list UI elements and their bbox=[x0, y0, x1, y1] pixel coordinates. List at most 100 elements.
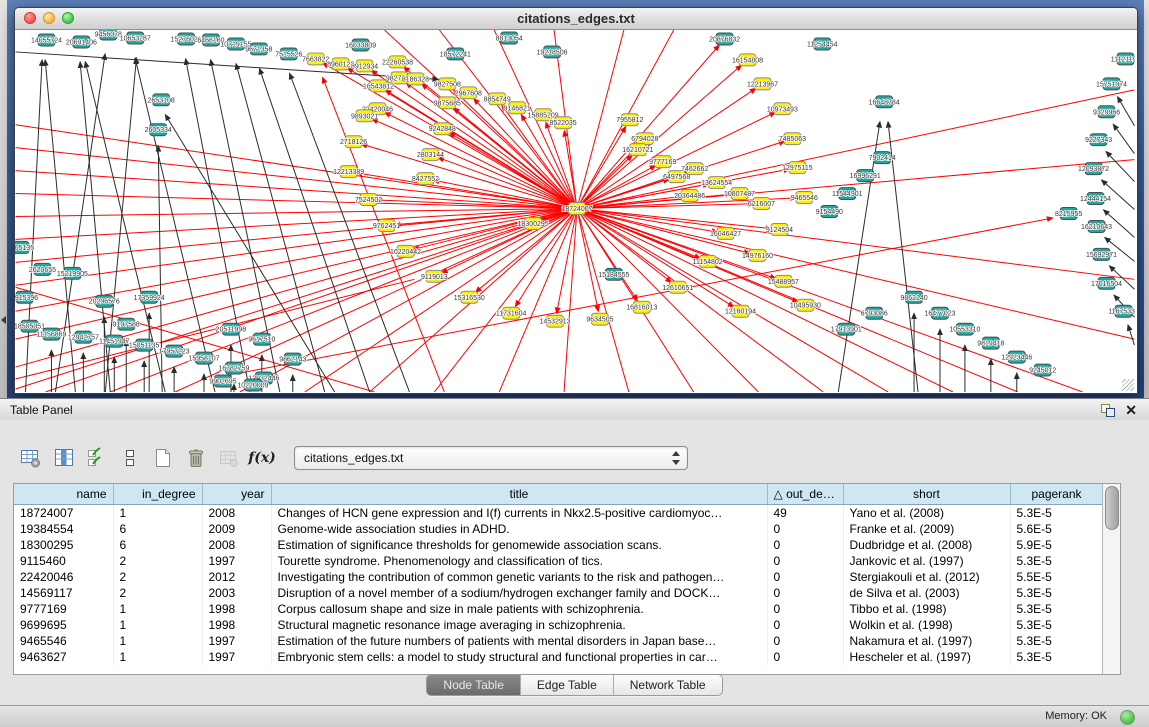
graph-node[interactable]: 11121191 bbox=[1111, 53, 1135, 65]
table-cell[interactable]: 2009 bbox=[202, 521, 271, 537]
column-header-year[interactable]: year bbox=[202, 484, 271, 505]
float-panel-icon[interactable] bbox=[1101, 404, 1115, 417]
graph-node[interactable]: 15692971 bbox=[1086, 248, 1117, 260]
tab-node-table[interactable]: Node Table bbox=[427, 675, 520, 695]
table-cell[interactable]: 0 bbox=[767, 649, 843, 665]
graph-node[interactable]: 12923446 bbox=[1001, 351, 1032, 363]
table-cell[interactable]: 0 bbox=[767, 585, 843, 601]
network-canvas[interactable]: 7663822896012889129342226053898275051654… bbox=[15, 30, 1135, 392]
tab-edge-table[interactable]: Edge Table bbox=[520, 675, 613, 695]
graph-node[interactable]: 16210643 bbox=[1081, 220, 1112, 232]
graph-node[interactable]: 2718126 bbox=[340, 136, 367, 148]
graph-node[interactable]: 12160194 bbox=[725, 305, 756, 317]
table-cell[interactable]: 1 bbox=[113, 633, 202, 649]
table-cell[interactable]: 9777169 bbox=[14, 601, 113, 617]
table-cell[interactable]: 9115460 bbox=[14, 553, 113, 569]
graph-node[interactable]: 16477023 bbox=[924, 307, 955, 319]
table-cell[interactable]: 2 bbox=[113, 585, 202, 601]
graph-node[interactable]: 8854749 bbox=[484, 93, 511, 105]
graph-node[interactable]: 9819418 bbox=[977, 337, 1004, 349]
table-cell[interactable]: 2003 bbox=[202, 585, 271, 601]
graph-node[interactable]: 15751074 bbox=[1096, 78, 1127, 90]
table-cell[interactable]: 1 bbox=[113, 617, 202, 633]
graph-node[interactable]: 16648784 bbox=[869, 96, 900, 108]
table-cell[interactable]: 9699695 bbox=[14, 617, 113, 633]
graph-node[interactable]: 16033809 bbox=[345, 39, 376, 51]
table-cell[interactable]: 18300295 bbox=[14, 537, 113, 553]
table-cell[interactable]: 49 bbox=[767, 505, 843, 522]
table-row[interactable]: 911546021997Tourette syndrome. Phenomeno… bbox=[14, 553, 1103, 569]
graph-node[interactable]: 8813054 bbox=[496, 32, 523, 44]
table-cell[interactable]: 0 bbox=[767, 521, 843, 537]
function-builder-icon[interactable]: f(x) bbox=[247, 444, 277, 472]
table-cell[interactable]: 1 bbox=[113, 505, 202, 522]
graph-node[interactable]: 17957223 bbox=[159, 345, 190, 357]
graph-node[interactable]: 15184555 bbox=[598, 268, 629, 280]
graph-node[interactable]: 11254454 bbox=[807, 38, 838, 50]
table-cell[interactable]: Wolkin et al. (1998) bbox=[843, 617, 1010, 633]
graph-node[interactable]: 18505051 bbox=[15, 320, 45, 332]
table-cell[interactable]: 2012 bbox=[202, 569, 271, 585]
select-columns-icon[interactable] bbox=[82, 444, 112, 472]
table-cell[interactable]: 5.3E-5 bbox=[1010, 617, 1103, 633]
table-cell[interactable]: 0 bbox=[767, 633, 843, 649]
table-row[interactable]: 946554611997Estimation of the future num… bbox=[14, 633, 1103, 649]
close-button[interactable] bbox=[24, 12, 36, 24]
panel-collapse-handle[interactable] bbox=[1, 316, 6, 324]
table-cell[interactable]: Changes of HCN gene expression and I(f) … bbox=[271, 505, 767, 522]
column-header-in_degree[interactable]: in_degree bbox=[113, 484, 202, 505]
graph-node[interactable]: 7485063 bbox=[779, 133, 806, 145]
table-cell[interactable]: 5.6E-5 bbox=[1010, 521, 1103, 537]
column-header-out_de[interactable]: △ out_de… bbox=[767, 484, 843, 505]
graph-node[interactable]: 8215955 bbox=[1055, 208, 1082, 220]
graph-node[interactable]: 19218506 bbox=[537, 46, 568, 58]
table-cell[interactable]: Estimation of the future numbers of pati… bbox=[271, 633, 767, 649]
graph-node[interactable]: 9617510 bbox=[248, 333, 275, 345]
graph-node[interactable]: 9862140 bbox=[900, 291, 927, 303]
table-cell[interactable]: 1 bbox=[113, 601, 202, 617]
table-cell[interactable]: Nakamura et al. (1997) bbox=[843, 633, 1010, 649]
table-row[interactable]: 969969511998Structural magnetic resonanc… bbox=[14, 617, 1103, 633]
graph-node[interactable]: 11451947 bbox=[99, 335, 130, 347]
table-cell[interactable]: de Silva et al. (2003) bbox=[843, 585, 1010, 601]
table-cell[interactable]: Disruption of a novel member of a sodium… bbox=[271, 585, 767, 601]
vertical-scrollbar[interactable] bbox=[1102, 484, 1120, 674]
graph-node[interactable]: 16996291 bbox=[850, 170, 881, 182]
graph-node[interactable]: 20876832 bbox=[709, 33, 740, 45]
table-cell[interactable]: 1998 bbox=[202, 617, 271, 633]
resize-grip[interactable] bbox=[1122, 379, 1134, 391]
graph-node[interactable]: 16816013 bbox=[626, 301, 657, 313]
graph-node[interactable]: 11675338 bbox=[1108, 305, 1135, 317]
table-cell[interactable]: 6 bbox=[113, 537, 202, 553]
table-cell[interactable]: 5.3E-5 bbox=[1010, 505, 1103, 522]
table-cell[interactable]: 14569117 bbox=[14, 585, 113, 601]
table-cell[interactable]: 0 bbox=[767, 617, 843, 633]
create-column-icon[interactable] bbox=[148, 444, 178, 472]
table-cell[interactable]: Yano et al. (2008) bbox=[843, 505, 1010, 522]
table-cell[interactable]: Franke et al. (2009) bbox=[843, 521, 1010, 537]
graph-node[interactable]: 2620655 bbox=[29, 263, 56, 275]
table-cell[interactable]: 0 bbox=[767, 553, 843, 569]
graph-node[interactable]: 12610651 bbox=[662, 281, 693, 293]
graph-node[interactable]: 7515526 bbox=[275, 48, 302, 60]
table-cell[interactable]: Corpus callosum shape and size in male p… bbox=[271, 601, 767, 617]
graph-node[interactable]: 20511998 bbox=[216, 323, 247, 335]
table-cell[interactable]: 1997 bbox=[202, 553, 271, 569]
graph-node[interactable]: 16154808 bbox=[732, 54, 763, 66]
table-cell[interactable]: 6 bbox=[113, 521, 202, 537]
table-row[interactable]: 1830029562008Estimation of significance … bbox=[14, 537, 1103, 553]
table-selector-dropdown[interactable]: citations_edges.txt bbox=[294, 446, 688, 470]
table-cell[interactable]: Structural magnetic resonance image aver… bbox=[271, 617, 767, 633]
row-height-icon[interactable] bbox=[115, 444, 145, 472]
graph-node[interactable]: 10653287 bbox=[120, 32, 151, 44]
table-cell[interactable]: 5.3E-5 bbox=[1010, 553, 1103, 569]
table-cell[interactable]: 5.5E-5 bbox=[1010, 569, 1103, 585]
column-header-pagerank[interactable]: pagerank bbox=[1010, 484, 1103, 505]
graph-node[interactable]: 15885209 bbox=[528, 109, 559, 121]
graph-node[interactable]: 13624554 bbox=[701, 177, 732, 189]
table-cell[interactable]: 5.9E-5 bbox=[1010, 537, 1103, 553]
table-cell[interactable]: Estimation of significance thresholds fo… bbox=[271, 537, 767, 553]
table-row[interactable]: 977716911998Corpus callosum shape and si… bbox=[14, 601, 1103, 617]
table-header-row[interactable]: namein_degreeyeartitle△ out_de…shortpage… bbox=[14, 484, 1103, 505]
graph-node[interactable]: 9154490 bbox=[816, 206, 843, 218]
